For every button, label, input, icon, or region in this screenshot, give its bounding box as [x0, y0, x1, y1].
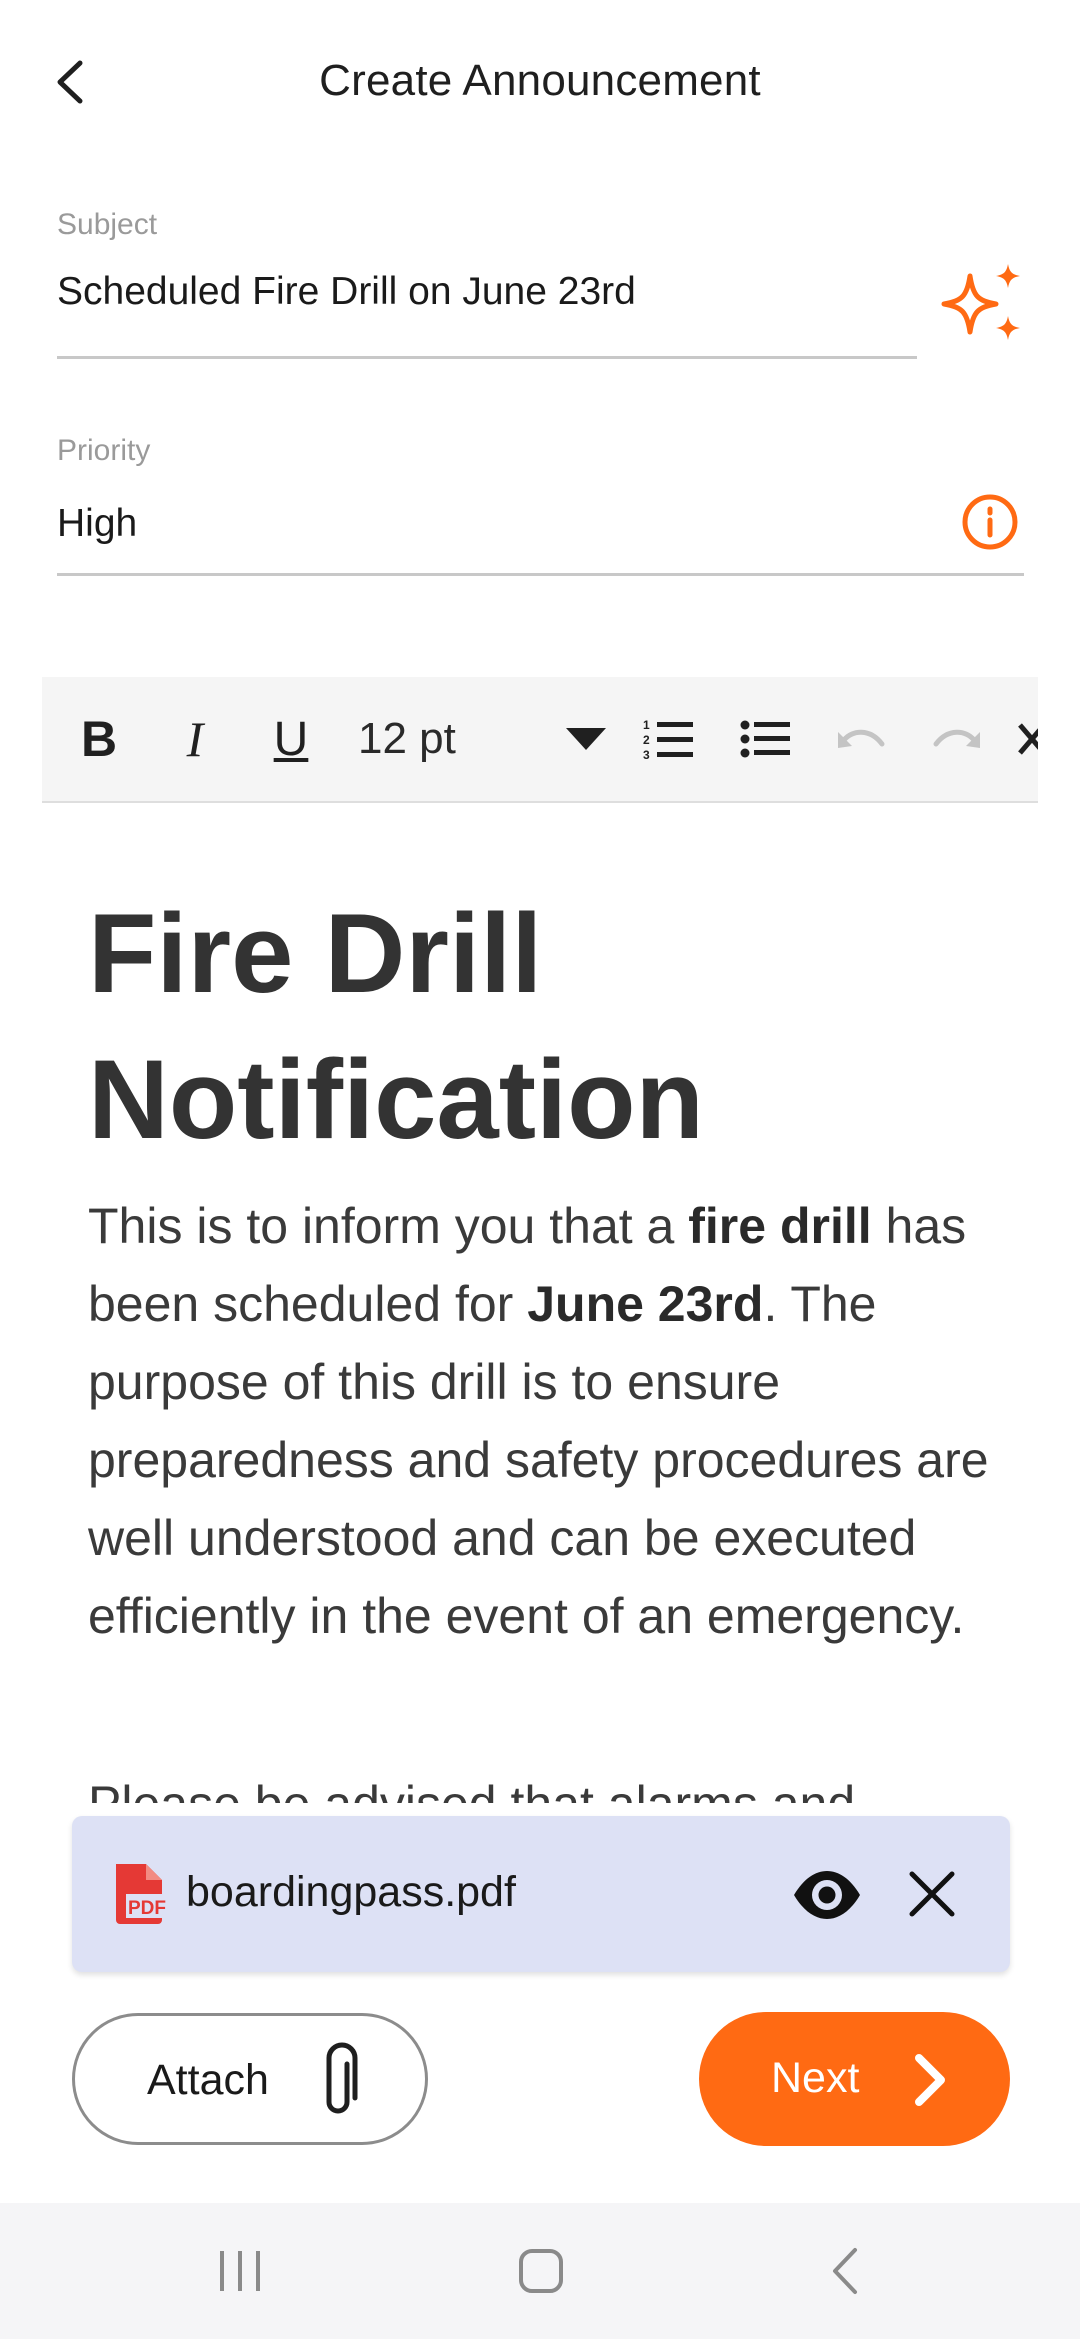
- svg-text:3: 3: [643, 748, 650, 761]
- bullet-list-icon: [740, 720, 790, 758]
- subject-input[interactable]: Scheduled Fire Drill on June 23rd: [57, 270, 636, 314]
- attachment-filename: boardingpass.pdf: [186, 1868, 516, 1916]
- sparkle-icon: [941, 264, 1020, 340]
- formatting-toolbar: B I U 12 pt 1 2 3: [42, 677, 1038, 803]
- numbered-list-icon: 1 2 3: [643, 718, 693, 761]
- underline-button[interactable]: U: [256, 677, 326, 801]
- next-button[interactable]: Next: [699, 2012, 1010, 2146]
- recent-apps-icon: [220, 2251, 260, 2291]
- font-size-value: 12 pt: [358, 714, 456, 763]
- italic-button[interactable]: I: [160, 677, 230, 801]
- svg-text:PDF: PDF: [128, 1898, 166, 1919]
- content-heading: Fire Drill Notification: [88, 891, 704, 1162]
- clear-format-icon: [1018, 723, 1038, 755]
- preview-attachment-button[interactable]: [792, 1860, 862, 1930]
- paperclip-icon: [326, 2042, 358, 2114]
- page-title: Create Announcement: [319, 56, 761, 105]
- svg-text:1: 1: [643, 718, 650, 732]
- chevron-left-icon: [833, 2248, 857, 2294]
- pdf-file-icon: PDF: [112, 1864, 168, 1924]
- attachment-chip: PDF boardingpass.pdf: [72, 1816, 1010, 1972]
- clear-format-button[interactable]: [1016, 677, 1038, 801]
- attach-button[interactable]: Attach: [72, 2013, 428, 2145]
- priority-select[interactable]: High: [57, 502, 137, 546]
- subject-label: Subject: [57, 208, 158, 241]
- home-icon: [519, 2249, 563, 2293]
- close-icon: [909, 1871, 955, 1917]
- subject-underline: [57, 356, 917, 359]
- attach-button-label: Attach: [147, 2056, 269, 2104]
- rich-text-editor[interactable]: Fire Drill Notification This is to infor…: [0, 803, 1080, 1803]
- svg-text:2: 2: [643, 733, 650, 747]
- ai-generate-button[interactable]: [940, 262, 1028, 346]
- numbered-list-button[interactable]: 1 2 3: [632, 677, 706, 801]
- content-paragraph-partial: Please be advised that alarms and: [88, 1765, 1008, 1803]
- priority-underline: [57, 573, 1024, 576]
- bullet-list-button[interactable]: [728, 677, 802, 801]
- info-icon: [962, 494, 1018, 550]
- paragraph-text: This is to inform you that a: [88, 1198, 689, 1254]
- bold-button[interactable]: B: [64, 677, 134, 801]
- system-back-button[interactable]: [810, 2239, 880, 2303]
- undo-button[interactable]: [824, 677, 898, 801]
- caret-down-icon: [566, 728, 606, 750]
- chevron-right-icon: [915, 2054, 945, 2106]
- content-paragraph: This is to inform you that a fire drill …: [88, 1187, 1008, 1655]
- eye-icon: [794, 1871, 860, 1919]
- home-button[interactable]: [506, 2239, 576, 2303]
- font-size-dropdown[interactable]: 12 pt: [358, 677, 608, 801]
- system-nav-bar: [0, 2203, 1080, 2339]
- redo-icon: [933, 729, 980, 748]
- redo-button[interactable]: [920, 677, 994, 801]
- recent-apps-button[interactable]: [205, 2239, 275, 2303]
- priority-info-button[interactable]: [960, 492, 1020, 552]
- undo-icon: [838, 729, 885, 748]
- app-header: Create Announcement: [0, 0, 1080, 165]
- remove-attachment-button[interactable]: [902, 1864, 962, 1924]
- next-button-label: Next: [771, 2054, 860, 2102]
- priority-label: Priority: [57, 434, 151, 467]
- paragraph-bold-text: June 23rd: [527, 1276, 764, 1332]
- paragraph-bold-text: fire drill: [688, 1198, 872, 1254]
